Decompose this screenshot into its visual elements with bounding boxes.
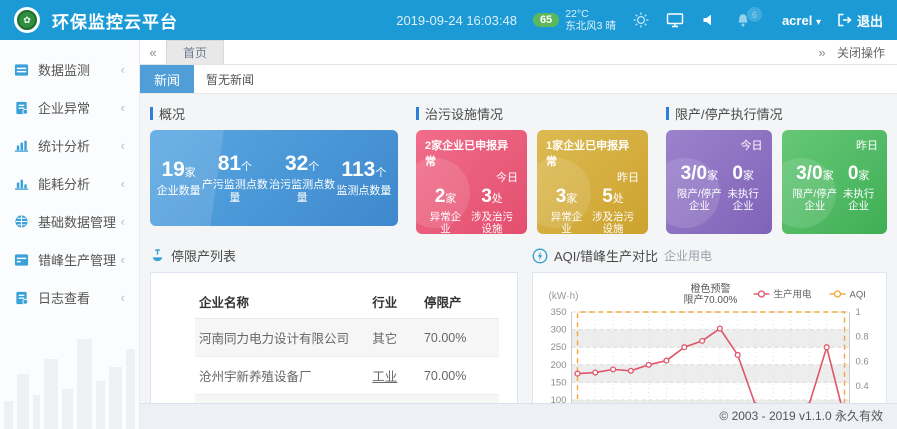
column-header-name: 企业名称 <box>195 285 368 319</box>
chevron-left-icon: ‹ <box>121 138 125 153</box>
svg-text:限产70.00%: 限产70.00% <box>684 293 738 306</box>
notification-count-badge: 6 <box>747 7 762 22</box>
monitor-icon[interactable] <box>666 11 684 29</box>
svg-text:0.8: 0.8 <box>856 332 869 343</box>
main-area: « 首页 » 关闭操作 新闻 暂无新闻 概况 19家 企业数量 <box>140 40 897 429</box>
top-header: ✿ 环保监控云平台 2019-09-24 16:03:48 65 22°C 东北… <box>0 0 897 40</box>
panel-header-limit-list: 停限产列表 <box>150 246 518 265</box>
pollution-card-today: 2家企业已申报异常 今日 2家异常企业 3处涉及治污设施 <box>416 130 527 234</box>
stat-pollution-points: 81个 产污监测点数量 <box>202 152 268 205</box>
news-label-button[interactable]: 新闻 <box>140 65 194 93</box>
cell-industry-link[interactable]: 工业 <box>368 357 420 395</box>
bar-chart-icon <box>14 138 29 153</box>
faucet-icon <box>150 248 165 263</box>
emblem-icon: ✿ <box>17 10 37 30</box>
chevron-left-icon: ‹ <box>121 62 125 77</box>
sidebar-item-statistics[interactable]: 统计分析‹ <box>0 126 139 164</box>
datetime-display: 2019-09-24 16:03:48 <box>396 13 517 28</box>
stat-monitor-points: 113个 监测点数量 <box>336 158 391 198</box>
tabs-scroll-left-button[interactable]: « <box>140 45 166 60</box>
sidebar: 数据监测‹ 企业异常‹ 统计分析‹ 能耗分析‹ 基础数据管理‹ 错峰生产管理‹ … <box>0 40 140 429</box>
aqi-badge: 65 <box>533 13 559 27</box>
tab-home[interactable]: 首页 <box>166 40 224 64</box>
logout-button[interactable]: 退出 <box>837 11 883 30</box>
section-header-production-limit: 限产/停产执行情况 <box>666 104 887 123</box>
section-header-pollution-control: 治污设施情况 <box>416 104 648 123</box>
tabs-scroll-right-button[interactable]: » <box>809 45 835 60</box>
cell-industry: 其它 <box>368 319 420 357</box>
calendar-icon <box>14 62 29 77</box>
cell-percent: 70.00% <box>420 357 499 395</box>
dashboard-content: 概况 19家 企业数量 81个 产污监测点数量 32个 治污监测点数量 <box>140 94 897 429</box>
news-message: 暂无新闻 <box>206 71 254 88</box>
svg-text:0.4: 0.4 <box>856 381 869 392</box>
stat-treatment-points: 32个 治污监测点数量 <box>269 152 335 205</box>
svg-text:150: 150 <box>551 377 567 388</box>
sidebar-item-energy-analysis[interactable]: 能耗分析‹ <box>0 164 139 202</box>
svg-text:300: 300 <box>551 325 567 336</box>
svg-text:1: 1 <box>856 307 861 318</box>
panel-header-aqi-chart: AQI/错峰生产对比 企业用电 <box>532 246 887 265</box>
chevron-left-icon: ‹ <box>121 252 125 267</box>
svg-text:0.6: 0.6 <box>856 356 869 367</box>
sun-icon <box>632 11 650 29</box>
bar-chart-icon <box>14 176 29 191</box>
lightning-circle-icon <box>532 248 548 264</box>
limit-card-today: 今日 3/0家限产/停产企业 0家未执行企业 <box>666 130 772 234</box>
pollution-card-yesterday: 1家企业已申报异常 昨日 3家异常企业 5处涉及治污设施 <box>537 130 648 234</box>
stat-enterprise-count: 19家 企业数量 <box>157 158 201 198</box>
city-skyline-watermark <box>0 324 139 429</box>
close-operations-button[interactable]: 关闭操作 <box>835 44 897 61</box>
limit-list-panel: 企业名称 行业 停限产 河南同力电力设计有限公司 其它 70.00% <box>150 272 518 419</box>
section-header-overview: 概况 <box>150 104 398 123</box>
svg-text:(kW·h): (kW·h) <box>549 291 579 302</box>
chevron-left-icon: ‹ <box>121 100 125 115</box>
clipboard-icon <box>14 290 29 305</box>
calendar-icon <box>14 252 29 267</box>
table-row: 沧州宇新养殖设备厂 工业 70.00% <box>195 357 499 395</box>
chevron-left-icon: ‹ <box>121 214 125 229</box>
sidebar-item-log-view[interactable]: 日志查看‹ <box>0 278 139 316</box>
svg-text:橙色预警: 橙色预警 <box>691 282 731 295</box>
app-window: ✿ 环保监控云平台 2019-09-24 16:03:48 65 22°C 东北… <box>0 0 897 429</box>
sidebar-item-data-monitor[interactable]: 数据监测‹ <box>0 50 139 88</box>
chevron-left-icon: ‹ <box>121 290 125 305</box>
logout-icon <box>837 13 852 27</box>
column-header-industry: 行业 <box>368 285 420 319</box>
cell-enterprise-name: 河南同力电力设计有限公司 <box>195 319 368 357</box>
sidebar-item-base-data[interactable]: 基础数据管理‹ <box>0 202 139 240</box>
table-header-row: 企业名称 行业 停限产 <box>195 285 499 319</box>
svg-text:250: 250 <box>551 342 567 353</box>
cell-enterprise-name: 沧州宇新养殖设备厂 <box>195 357 368 395</box>
bell-icon[interactable]: 6 <box>734 11 752 29</box>
chevron-down-icon: ▾ <box>816 17 821 28</box>
chevron-left-icon: ‹ <box>121 176 125 191</box>
svg-text:200: 200 <box>551 360 567 371</box>
sidebar-item-enterprise-abnormal[interactable]: 企业异常‹ <box>0 88 139 126</box>
clipboard-icon <box>14 100 29 115</box>
app-title: 环保监控云平台 <box>52 8 178 33</box>
condition-label: 晴 <box>605 20 616 32</box>
tab-bar: « 首页 » 关闭操作 <box>140 40 897 65</box>
speaker-icon[interactable] <box>700 11 718 29</box>
news-bar: 新闻 暂无新闻 <box>140 65 897 94</box>
chart-subtitle: 企业用电 <box>664 247 712 264</box>
table-row: 河南同力电力设计有限公司 其它 70.00% <box>195 319 499 357</box>
overview-card: 19家 企业数量 81个 产污监测点数量 32个 治污监测点数量 113个 <box>150 130 398 226</box>
svg-text:AQI: AQI <box>850 290 866 301</box>
wind-label: 东北风3 <box>565 20 602 32</box>
weather-widget: 65 22°C 东北风3 晴 <box>533 8 616 32</box>
footer-copyright: © 2003 - 2019 v1.1.0 永久有效 <box>140 403 897 429</box>
database-icon <box>14 214 29 229</box>
cell-percent: 70.00% <box>420 319 499 357</box>
column-header-percent: 停限产 <box>420 285 499 319</box>
user-menu[interactable]: acrel ▾ <box>782 13 821 28</box>
limit-card-yesterday: 昨日 3/0家限产/停产企业 0家未执行企业 <box>782 130 888 234</box>
svg-text:350: 350 <box>551 307 567 318</box>
sidebar-item-staggered-production[interactable]: 错峰生产管理‹ <box>0 240 139 278</box>
app-logo: ✿ <box>14 7 40 33</box>
temperature-label: 22°C <box>565 8 616 20</box>
svg-text:生产用电: 生产用电 <box>774 289 813 301</box>
